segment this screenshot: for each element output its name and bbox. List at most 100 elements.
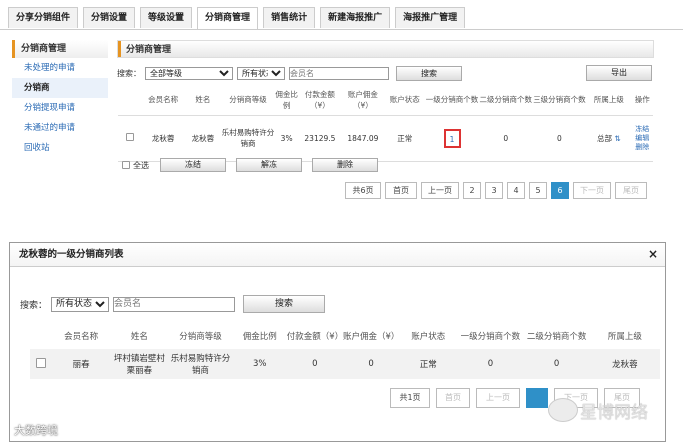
close-icon[interactable]: × — [648, 247, 658, 261]
col-name: 姓名 — [130, 332, 148, 342]
sidebar-title: 分销商管理 — [12, 40, 108, 58]
cell-pay: 23129.5 — [304, 133, 336, 143]
member-input[interactable] — [289, 66, 389, 80]
unfreeze-button[interactable]: 解冻 — [236, 158, 302, 172]
pager-current[interactable]: 6 — [551, 182, 569, 199]
pager-page[interactable]: 2 — [463, 182, 481, 199]
modal-title: 龙秋蓉的一级分销商列表 — [10, 243, 665, 267]
cell-rate: 3% — [252, 359, 267, 369]
level1-count-link[interactable]: 1 — [443, 128, 461, 148]
delete-button[interactable]: 删除 — [312, 158, 378, 172]
col-level1: 一级分销商个数 — [460, 332, 521, 342]
modal-member-input[interactable] — [113, 296, 236, 312]
search-button[interactable]: 搜索 — [396, 65, 462, 81]
cell-commission: 1847.09 — [347, 133, 379, 143]
col-name: 姓名 — [195, 95, 211, 105]
cell-status: 正常 — [397, 133, 413, 143]
table-row: 龙秋蓉 龙秋蓉 乐村易购特许分销商 3% 23129.5 1847.09 正常 … — [118, 115, 653, 161]
tab-sales-stats[interactable]: 销售统计 — [263, 7, 316, 28]
col-parent: 所属上级 — [593, 95, 624, 105]
cell-level2: 0 — [553, 359, 560, 369]
tab-new-poster[interactable]: 新建海报推广 — [320, 7, 391, 28]
cell-member: 龙秋蓉 — [151, 133, 175, 143]
cell-status: 正常 — [419, 360, 437, 370]
cell-level1: 0 — [487, 359, 494, 369]
select-all-checkbox[interactable] — [122, 161, 130, 169]
col-level1: 一级分销商个数 — [425, 95, 479, 105]
table-row: 丽春 坪村镇岩壁村栗丽春 乐村易购特许分销商 3% 0 0 正常 0 0 龙秋蓉 — [30, 349, 660, 379]
sidebar-item-pending[interactable]: 未处理的申请 — [12, 58, 108, 78]
pager-page[interactable]: 5 — [529, 182, 547, 199]
tab-poster-management[interactable]: 海报推广管理 — [395, 7, 466, 28]
cell-name: 坪村镇岩壁村栗丽春 — [113, 354, 165, 376]
col-rate: 佣金比例 — [275, 89, 298, 110]
col-member: 会员名称 — [148, 95, 179, 105]
export-button[interactable]: 导出 — [586, 65, 652, 81]
pager-first: 首页 — [436, 388, 470, 408]
col-member: 会员名称 — [64, 332, 99, 342]
sidebar-item-withdraw[interactable]: 分销提现申请 — [12, 98, 108, 118]
pager-page[interactable]: 4 — [507, 182, 525, 199]
sidebar: 分销商管理 未处理的申请 分销商 分销提现申请 未通过的申请 回收站 — [12, 40, 108, 158]
sidebar-item-distributors[interactable]: 分销商 — [12, 78, 108, 98]
tab-distributor-management[interactable]: 分销商管理 — [197, 7, 259, 30]
col-parent: 所属上级 — [607, 332, 642, 342]
tab-settings[interactable]: 分销设置 — [83, 7, 136, 28]
modal-search-label: 搜索： — [20, 300, 48, 311]
cell-level2: 0 — [503, 133, 509, 143]
distributor-table: 会员名称 姓名 分销商等级 佣金比例 付款金额（¥） 账户佣金（¥） 账户状态 … — [118, 85, 653, 162]
cell-pay: 0 — [312, 359, 318, 369]
table-header: 会员名称 姓名 分销商等级 佣金比例 付款金额（¥） 账户佣金（¥） 账户状态 … — [118, 85, 653, 115]
col-pay: 付款金额（¥） — [304, 89, 335, 110]
level-select[interactable]: 全部等级 — [145, 66, 233, 80]
cell-commission: 0 — [368, 359, 374, 369]
col-level: 分销商等级 — [179, 332, 222, 342]
pager-page[interactable]: 3 — [485, 182, 503, 199]
modal-search-bar: 搜索： 所有状态 搜索 — [20, 295, 326, 313]
freeze-button[interactable]: 冻结 — [160, 158, 226, 172]
wechat-icon — [548, 398, 578, 422]
pager-total: 共6页 — [345, 182, 381, 199]
modal-table: 会员名称 姓名 分销商等级 佣金比例 付款金额（¥） 账户佣金（¥） 账户状态 … — [30, 323, 660, 379]
col-level2: 二级分销商个数 — [526, 332, 587, 342]
pager-last: 尾页 — [615, 182, 647, 199]
col-ops: 操作 — [634, 95, 650, 105]
cell-member: 丽春 — [72, 360, 90, 370]
page-title: 分销商管理 — [117, 40, 654, 58]
change-parent-icon[interactable]: ⇅ — [614, 134, 620, 143]
pager-total: 共1页 — [390, 388, 430, 408]
freeze-link[interactable]: 冻结 — [631, 125, 653, 134]
bulk-actions: 全选 冻结 解冻 删除 — [122, 158, 378, 172]
pager-current[interactable] — [526, 388, 548, 408]
col-commission: 账户佣金（¥） — [347, 89, 378, 110]
row-checkbox[interactable] — [36, 358, 47, 368]
pager-prev: 上一页 — [476, 388, 520, 408]
status-select[interactable]: 所有状态 — [237, 66, 285, 80]
tab-share-component[interactable]: 分享分销组件 — [8, 7, 79, 28]
col-level: 分销商等级 — [229, 95, 267, 105]
tab-divider — [0, 29, 683, 30]
col-status: 账户状态 — [411, 332, 446, 342]
pager-first[interactable]: 首页 — [385, 182, 417, 199]
watermark-left: 大数跨境 — [14, 424, 58, 437]
top-tabs: 分享分销组件 分销设置 等级设置 分销商管理 销售统计 新建海报推广 海报推广管… — [8, 7, 470, 30]
cell-parent: 龙秋蓉 — [612, 360, 638, 370]
col-status: 账户状态 — [389, 95, 420, 105]
col-rate: 佣金比例 — [242, 332, 277, 342]
cell-parent: 总部 — [597, 133, 612, 143]
pager-prev[interactable]: 上一页 — [421, 182, 459, 199]
modal-table-header: 会员名称 姓名 分销商等级 佣金比例 付款金额（¥） 账户佣金（¥） 账户状态 … — [30, 323, 660, 349]
modal-search-button[interactable]: 搜索 — [243, 295, 326, 313]
cell-level: 乐村易购特许分销商 — [170, 354, 231, 376]
select-all-label: 全选 — [133, 160, 149, 170]
edit-link[interactable]: 编辑 — [631, 134, 653, 143]
delete-link[interactable]: 删除 — [631, 143, 653, 152]
col-commission: 账户佣金（¥） — [342, 332, 400, 342]
sidebar-item-rejected[interactable]: 未通过的申请 — [12, 118, 108, 138]
sidebar-item-recycle[interactable]: 回收站 — [12, 138, 108, 158]
row-checkbox[interactable] — [125, 133, 134, 141]
col-level3: 三级分销商个数 — [533, 95, 586, 105]
watermark-right: 星博网络 — [580, 403, 648, 423]
tab-level-settings[interactable]: 等级设置 — [140, 7, 193, 28]
modal-status-select[interactable]: 所有状态 — [51, 296, 110, 312]
